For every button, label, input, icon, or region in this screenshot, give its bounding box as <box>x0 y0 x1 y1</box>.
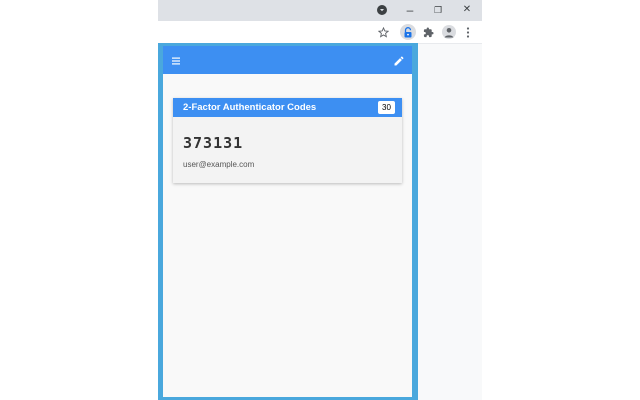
minimize-icon: – <box>406 3 414 17</box>
card-title: 2-Factor Authenticator Codes <box>183 102 317 113</box>
extension-popup: 2-Factor Authenticator Codes 30 373131 u… <box>158 43 418 400</box>
restore-icon: ❐ <box>433 5 443 15</box>
close-icon: ✕ <box>462 4 472 15</box>
chevron-down-circle-icon[interactable] <box>374 3 390 17</box>
account-icon[interactable] <box>442 25 456 39</box>
card-header: 2-Factor Authenticator Codes 30 <box>173 98 402 117</box>
page-background <box>416 44 482 400</box>
title-bar: – ❐ ✕ <box>158 0 482 21</box>
minimize-button[interactable]: – <box>402 3 418 17</box>
restore-button[interactable]: ❐ <box>430 3 446 17</box>
app-bar <box>163 46 412 74</box>
puzzle-extensions-icon[interactable] <box>420 24 436 40</box>
account-label: user@example.com <box>183 160 255 169</box>
star-icon[interactable] <box>375 24 391 40</box>
authenticator-extension-icon[interactable] <box>400 24 416 40</box>
more-vert-icon[interactable] <box>460 24 476 40</box>
otp-code[interactable]: 373131 <box>183 134 243 152</box>
pencil-icon[interactable] <box>393 54 405 66</box>
account-card[interactable]: 2-Factor Authenticator Codes 30 373131 u… <box>173 98 402 183</box>
countdown-badge: 30 <box>378 101 395 114</box>
browser-toolbar <box>158 21 482 44</box>
menu-icon[interactable] <box>171 54 183 66</box>
close-button[interactable]: ✕ <box>459 3 475 17</box>
popup-body: 2-Factor Authenticator Codes 30 373131 u… <box>163 46 412 397</box>
